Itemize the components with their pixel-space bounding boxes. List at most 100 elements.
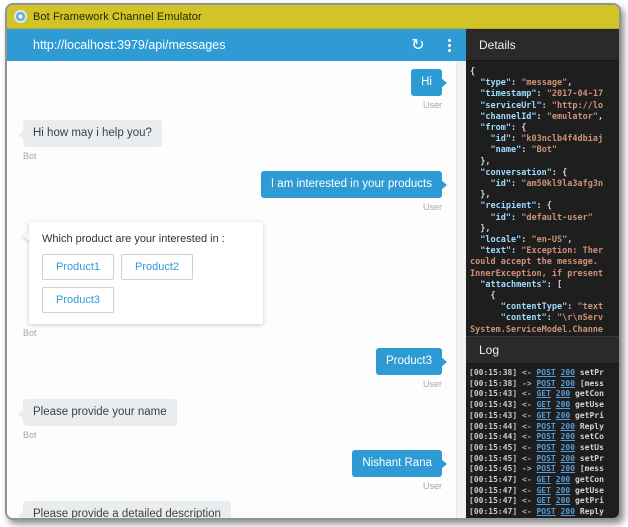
- log-timestamp: [00:15:43]: [469, 400, 517, 409]
- json-token: "default-user": [521, 213, 593, 223]
- log-status-link[interactable]: 200: [561, 464, 575, 473]
- log-method-link[interactable]: POST: [536, 454, 555, 463]
- log-status-link[interactable]: 200: [556, 496, 570, 505]
- json-token: ,: [567, 235, 572, 245]
- log-message: [mess: [580, 379, 604, 388]
- json-line: "recipient": {: [470, 201, 619, 212]
- log-method-link[interactable]: GET: [536, 486, 550, 495]
- json-token: ,: [598, 112, 603, 122]
- json-line: "timestamp": "2017-04-17: [470, 89, 619, 100]
- log-entry: [00:15:47] <- GET 200 getCon: [469, 475, 619, 486]
- log-status-link[interactable]: 200: [556, 411, 570, 420]
- log-method-link[interactable]: POST: [536, 422, 555, 431]
- bot-address-bar: http://localhost:3979/api/messages ↻: [7, 29, 466, 61]
- message-group: Please provide a detailed descriptionBot: [23, 501, 448, 518]
- log-message: getUse: [575, 400, 604, 409]
- chat-scrollbar[interactable]: [456, 61, 466, 518]
- json-line: "id": "am50kl9la3afg3n: [470, 179, 619, 190]
- bot-url-field[interactable]: http://localhost:3979/api/messages: [7, 38, 404, 52]
- log-status-link[interactable]: 200: [561, 443, 575, 452]
- log-direction-arrow: <-: [522, 496, 532, 505]
- json-token: "id": [490, 179, 510, 189]
- log-status-link[interactable]: 200: [561, 422, 575, 431]
- json-token: could accept the message.: [470, 257, 603, 267]
- json-token: "en-US": [531, 235, 567, 245]
- json-token: [470, 145, 490, 155]
- sender-label: Bot: [23, 328, 37, 338]
- log-status-link[interactable]: 200: [561, 454, 575, 463]
- log-status-link[interactable]: 200: [556, 400, 570, 409]
- sender-label: User: [423, 379, 442, 389]
- log-method-link[interactable]: POST: [536, 368, 555, 377]
- log-direction-arrow: <-: [522, 475, 532, 484]
- json-token: "message": [521, 78, 567, 88]
- log-timestamp: [00:15:38]: [469, 379, 517, 388]
- log-method-link[interactable]: GET: [536, 400, 550, 409]
- log-method-link[interactable]: POST: [536, 379, 555, 388]
- json-token: [470, 101, 480, 111]
- json-line: },: [470, 190, 619, 201]
- log-message: getCon: [575, 475, 604, 484]
- json-token: [470, 112, 480, 122]
- json-token: "type": [480, 78, 511, 88]
- json-line: "conversation": {: [470, 168, 619, 179]
- json-token: :: [537, 112, 547, 122]
- log-message: setPr: [580, 368, 604, 377]
- json-line: },: [470, 224, 619, 235]
- log-status-link[interactable]: 200: [561, 379, 575, 388]
- card-button-product1[interactable]: Product1: [42, 254, 114, 280]
- log-status-link[interactable]: 200: [561, 432, 575, 441]
- json-token: System.ServiceModel.Channe: [470, 325, 603, 335]
- log-method-link[interactable]: GET: [536, 496, 550, 505]
- log-status-link[interactable]: 200: [556, 389, 570, 398]
- json-token: "id": [490, 213, 510, 223]
- json-token: :: [511, 134, 521, 144]
- log-method-link[interactable]: POST: [536, 432, 555, 441]
- json-token: {: [470, 67, 475, 77]
- card-title: Which product are your interested in :: [42, 233, 250, 245]
- log-direction-arrow: <-: [522, 432, 532, 441]
- log-timestamp: [00:15:43]: [469, 389, 517, 398]
- log-message: getPri: [575, 411, 604, 420]
- json-token: [470, 168, 480, 178]
- json-token: "channelId": [480, 112, 536, 122]
- json-line: "id": "default-user": [470, 213, 619, 224]
- log-status-link[interactable]: 200: [556, 475, 570, 484]
- overflow-menu-icon[interactable]: [432, 29, 466, 61]
- json-token: "\r\nServ: [557, 313, 603, 323]
- log-method-link[interactable]: GET: [536, 389, 550, 398]
- card-button-product3[interactable]: Product3: [42, 287, 114, 313]
- log-timestamp: [00:15:44]: [469, 422, 517, 431]
- log-timestamp: [00:15:47]: [469, 496, 517, 505]
- json-token: :: [521, 145, 531, 155]
- json-line: could accept the message.: [470, 257, 619, 268]
- log-method-link[interactable]: POST: [536, 507, 555, 516]
- log-entry: [00:15:44] <- POST 200 Reply: [469, 422, 619, 433]
- details-header: Details: [466, 29, 619, 61]
- log-status-link[interactable]: 200: [556, 486, 570, 495]
- card-button-product2[interactable]: Product2: [121, 254, 193, 280]
- log-status-link[interactable]: 200: [561, 507, 575, 516]
- log-method-link[interactable]: POST: [536, 443, 555, 452]
- emulator-window: Bot Framework Channel Emulator http://lo…: [5, 3, 621, 520]
- refresh-icon[interactable]: ↻: [404, 37, 432, 53]
- json-token: "text": [480, 246, 511, 256]
- sender-label: User: [423, 481, 442, 491]
- log-message: getCon: [575, 389, 604, 398]
- log-entry: [00:15:45] <- POST 200 setUs: [469, 443, 619, 454]
- json-token: [470, 179, 490, 189]
- json-token: [470, 235, 480, 245]
- log-timestamp: [00:15:45]: [469, 443, 517, 452]
- log-direction-arrow: <-: [522, 507, 532, 516]
- json-token: :: [511, 246, 521, 256]
- json-token: :: [537, 89, 547, 99]
- json-token: "http://lo: [552, 101, 603, 111]
- inspector-panel: Details { "type": "message", "timestamp"…: [466, 29, 619, 518]
- json-token: "text: [578, 302, 604, 312]
- log-method-link[interactable]: GET: [536, 411, 550, 420]
- json-line: "serviceUrl": "http://lo: [470, 101, 619, 112]
- json-token: "contentType": [501, 302, 568, 312]
- log-method-link[interactable]: GET: [536, 475, 550, 484]
- log-status-link[interactable]: 200: [561, 368, 575, 377]
- log-method-link[interactable]: POST: [536, 464, 555, 473]
